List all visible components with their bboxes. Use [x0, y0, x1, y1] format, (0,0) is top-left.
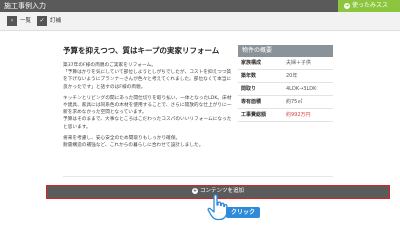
save-icon: ✓ [37, 16, 47, 26]
divider [63, 176, 333, 177]
summary-title: 物件の概要 [238, 45, 333, 57]
back-to-list-button[interactable]: ‹ 一覧 [7, 16, 31, 27]
summary-key: 専有面積 [241, 99, 262, 105]
circle-arrow-icon: ➜ [344, 3, 350, 9]
summary-key: 工事費総額 [241, 112, 267, 118]
toolbar: ‹ 一覧 ✓ 訂補 [0, 12, 400, 31]
summary-key: 家族構成 [241, 60, 262, 66]
window-title: 施工事例入力 [4, 2, 46, 10]
article-paragraph: 将来を考慮し、安心安全のため間取りもしっかり確保。 耐震構造の補強など、これから… [63, 135, 204, 149]
use-button-label: 使ったみスス [352, 2, 389, 9]
article-paragraph: キッチンとリビングの間にあった間仕切りを取り払い、一体となったLDK。床材や建具… [63, 95, 232, 130]
article-heading[interactable]: 予算を抑えつつ、質はキープの実家リフォーム [63, 45, 219, 56]
summary-row: 専有面積 約75㎡ [238, 96, 333, 109]
summary-key: 間取り [241, 86, 257, 92]
article-body[interactable]: 築37年のF様の両親のご実家をリフォーム。 「予算はかりを気にしていて部位しよう… [63, 62, 235, 153]
summary-row: 築年数 20年 [238, 70, 333, 83]
property-summary[interactable]: 物件の概要 家族構成 夫婦＋子供 築年数 20年 間取り 4LDK→3LDK 専… [238, 45, 333, 122]
top-bar: 施工事例入力 ➜ 使ったみスス [0, 0, 400, 12]
summary-row: 間取り 4LDK→3LDK [238, 83, 333, 96]
summary-row: 家族構成 夫婦＋子供 [238, 57, 333, 70]
click-callout: クリック [226, 207, 260, 218]
back-label: 一覧 [20, 18, 32, 24]
summary-value: 20年 [286, 73, 298, 79]
summary-value: 約75㎡ [286, 99, 303, 105]
summary-key: 築年数 [241, 73, 257, 79]
summary-value-total: 約992万円 [286, 112, 311, 118]
summary-row: 工事費総額 約992万円 [238, 109, 333, 122]
plus-circle-icon: + [191, 188, 198, 194]
use-button[interactable]: ➜ 使ったみスス [338, 0, 400, 12]
save-label: 訂補 [50, 18, 62, 24]
summary-value: 夫婦＋子供 [286, 60, 312, 66]
article-paragraph: 築37年のF様の両親のご実家をリフォーム。 「予算はかりを気にしていて部位しよう… [63, 63, 232, 90]
save-button[interactable]: ✓ 訂補 [37, 16, 61, 27]
list-icon: ‹ [7, 16, 17, 26]
summary-value: 4LDK→3LDK [286, 86, 317, 92]
